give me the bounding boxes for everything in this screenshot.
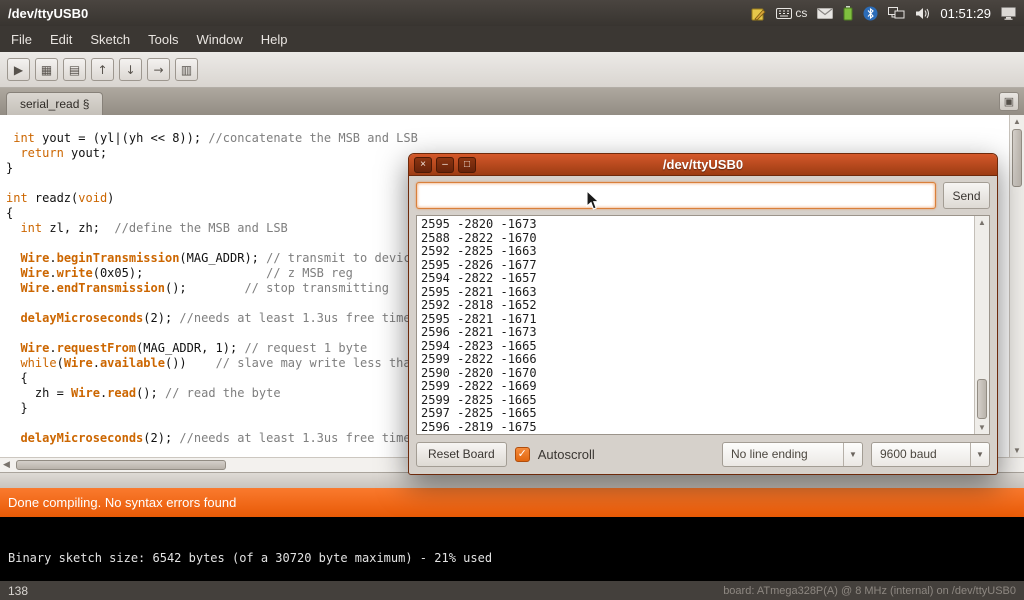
serial-monitor-title: /dev/ttyUSB0 (409, 157, 997, 172)
stop-button[interactable]: ▦ (35, 58, 58, 81)
toolbar: ▶▦▤↑↓→▥ (0, 52, 1024, 88)
scroll-left-icon[interactable]: ◀ (3, 459, 10, 470)
maximize-icon: □ (464, 159, 470, 170)
menu-help[interactable]: Help (252, 28, 297, 51)
send-button[interactable]: Send (943, 182, 990, 209)
check-icon: ✓ (518, 448, 527, 460)
minimize-button[interactable]: – (436, 157, 454, 173)
serial-line: 2596 -2819 -1675 (421, 421, 974, 435)
baud-rate-value: 9600 baud (872, 447, 970, 461)
line-number: 138 (8, 584, 28, 598)
line-ending-dropdown[interactable]: No line ending ▼ (722, 442, 863, 467)
serial-scrollbar-thumb[interactable] (977, 379, 987, 419)
serial-input-row: Send (416, 182, 990, 209)
console-output: Binary sketch size: 6542 bytes (of a 307… (0, 517, 1024, 581)
autoscroll-checkbox[interactable]: ✓ (515, 447, 530, 462)
menu-sketch[interactable]: Sketch (81, 28, 139, 51)
menu-window[interactable]: Window (187, 28, 251, 51)
session-menu-icon[interactable] (1001, 7, 1016, 20)
close-button[interactable]: × (414, 157, 432, 173)
serial-monitor-controls: Reset Board ✓ Autoscroll No line ending … (416, 441, 990, 467)
serial-output[interactable]: 2595 -2820 -16732588 -2822 -16702592 -28… (417, 216, 974, 434)
serial-line: 2594 -2822 -1657 (421, 272, 974, 286)
menu-edit[interactable]: Edit (41, 28, 81, 51)
serial-line: 2588 -2822 -1670 (421, 232, 974, 246)
scroll-down-icon[interactable]: ▼ (975, 423, 989, 432)
serial-scrollbar[interactable]: ▲ ▼ (974, 216, 989, 434)
footer-status-bar: 138 board: ATmega328P(A) @ 8 MHz (intern… (0, 581, 1024, 600)
serial-monitor-toolbar-button[interactable]: ▥ (175, 58, 198, 81)
reset-board-button[interactable]: Reset Board (416, 442, 507, 467)
tab-bar: serial_read § ▣ (0, 88, 1024, 115)
serial-monitor-titlebar[interactable]: × – □ /dev/ttyUSB0 (409, 154, 997, 176)
chevron-down-icon[interactable]: ▼ (843, 443, 862, 466)
battery-icon[interactable] (843, 6, 853, 21)
serial-line: 2592 -2825 -1663 (421, 245, 974, 259)
editor-hscrollbar-thumb[interactable] (16, 460, 226, 470)
new-sketch-button[interactable]: ▤ (63, 58, 86, 81)
console-text: Binary sketch size: 6542 bytes (of a 307… (8, 551, 492, 565)
serial-line: 2590 -2820 -1670 (421, 367, 974, 381)
serial-line: 2599 -2822 -1669 (421, 380, 974, 394)
notes-icon[interactable] (751, 6, 766, 21)
upload-button[interactable]: → (147, 58, 170, 81)
close-icon: × (420, 159, 426, 170)
volume-icon[interactable] (915, 7, 930, 20)
scroll-up-icon[interactable]: ▲ (1010, 117, 1024, 126)
window-title: /dev/ttyUSB0 (8, 6, 88, 21)
system-tray: cs 01:51:29 (751, 6, 1016, 21)
status-bar: Done compiling. No syntax errors found (0, 488, 1024, 517)
serial-line: 2592 -2818 -1652 (421, 299, 974, 313)
serial-monitor-window: × – □ /dev/ttyUSB0 Send 2595 -2820 -1673… (408, 153, 998, 475)
tab-serial-read[interactable]: serial_read § (6, 92, 103, 115)
autoscroll-label: Autoscroll (538, 447, 595, 462)
code-line: int yout = (yl|(yh << 8)); //concatenate… (6, 131, 1004, 146)
open-sketch-button[interactable]: ↑ (91, 58, 114, 81)
serial-output-wrap: 2595 -2820 -16732588 -2822 -16702592 -28… (416, 215, 990, 435)
serial-line: 2595 -2826 -1677 (421, 259, 974, 273)
serial-monitor-body: Send 2595 -2820 -16732588 -2822 -1670259… (409, 176, 997, 474)
scroll-up-icon[interactable]: ▲ (975, 218, 989, 227)
menu-file[interactable]: File (2, 28, 41, 51)
serial-input[interactable] (416, 182, 936, 209)
serial-line: 2597 -2825 -1665 (421, 407, 974, 421)
baud-rate-dropdown[interactable]: 9600 baud ▼ (871, 442, 990, 467)
bluetooth-icon[interactable] (863, 6, 878, 21)
status-message: Done compiling. No syntax errors found (8, 495, 236, 510)
menu-bar: FileEditSketchToolsWindowHelp (0, 26, 1024, 52)
mail-icon[interactable] (817, 8, 833, 19)
minimize-icon: – (442, 159, 448, 170)
board-info: board: ATmega328P(A) @ 8 MHz (internal) … (723, 585, 1016, 597)
serial-line: 2594 -2823 -1665 (421, 340, 974, 354)
tab-menu-button[interactable]: ▣ (999, 92, 1019, 111)
maximize-button[interactable]: □ (458, 157, 476, 173)
serial-line: 2595 -2820 -1673 (421, 218, 974, 232)
clock[interactable]: 01:51:29 (940, 6, 991, 21)
save-sketch-button[interactable]: ↓ (119, 58, 142, 81)
serial-line: 2599 -2822 -1666 (421, 353, 974, 367)
verify-button[interactable]: ▶ (7, 58, 30, 81)
keyboard-layout-indicator[interactable]: cs (776, 6, 807, 20)
scroll-down-icon[interactable]: ▼ (1010, 446, 1024, 455)
keyboard-layout-label: cs (795, 6, 807, 20)
line-ending-value: No line ending (723, 447, 843, 461)
serial-line: 2595 -2821 -1663 (421, 286, 974, 300)
tab-label: serial_read § (20, 97, 89, 111)
tab-menu-icon: ▣ (1004, 95, 1014, 108)
titlebar: /dev/ttyUSB0 cs 01:51:29 (0, 0, 1024, 26)
menu-tools[interactable]: Tools (139, 28, 187, 51)
serial-line: 2599 -2825 -1665 (421, 394, 974, 408)
serial-line: 2596 -2821 -1673 (421, 326, 974, 340)
network-icon[interactable] (888, 7, 905, 20)
editor-vertical-scrollbar[interactable]: ▲ ▼ (1009, 115, 1024, 457)
chevron-down-icon[interactable]: ▼ (970, 443, 989, 466)
editor-scrollbar-thumb[interactable] (1012, 129, 1022, 187)
serial-line: 2595 -2821 -1671 (421, 313, 974, 327)
